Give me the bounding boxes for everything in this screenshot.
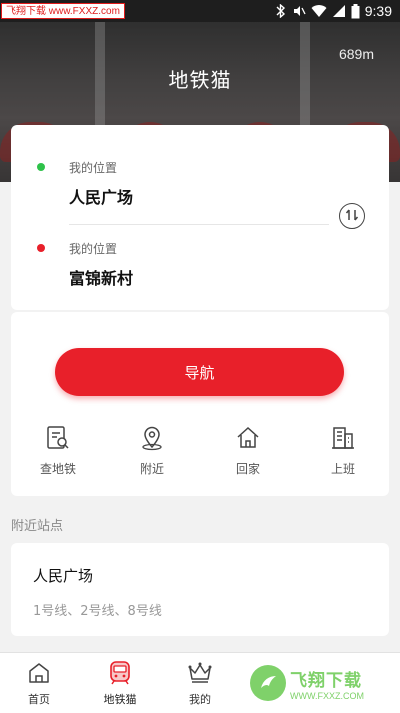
office-building-icon: [308, 424, 378, 452]
shortcut-work[interactable]: 上班: [308, 424, 378, 477]
wifi-icon: [311, 4, 327, 18]
mute-icon: [292, 4, 306, 18]
tab-label: 地铁猫: [103, 693, 137, 706]
navigation-card: 导航 查地铁 附近 回家 上班: [11, 312, 389, 496]
crown-icon: [170, 659, 230, 687]
end-location-name: 富锦新村: [69, 269, 134, 288]
shortcut-label: 查地铁: [39, 462, 76, 476]
search-subway-icon: [23, 424, 93, 452]
end-location-label: 我的位置: [69, 242, 118, 256]
watermark-badge-icon: [250, 665, 286, 701]
bottom-tab-bar: 首页 地铁猫 我的 飞翔下载 WWW.FXXZ.COM: [0, 652, 400, 713]
battery-icon: [351, 3, 360, 19]
watermark-logo-url: WWW.FXXZ.COM: [290, 690, 364, 701]
station-list-item[interactable]: 人民广场 1号线、2号线、8号线: [11, 543, 389, 636]
start-dot: [37, 163, 45, 171]
page-title: 地铁猫: [168, 68, 232, 92]
status-icons: 9:39: [275, 3, 392, 19]
station-lines: 1号线、2号线、8号线: [33, 604, 162, 619]
watermark-logo-text: 飞翔下载: [290, 670, 362, 691]
train-icon: [90, 659, 150, 687]
location-pin-icon: [117, 424, 187, 452]
shortcut-label: 附近: [139, 462, 164, 476]
shortcut-search-subway[interactable]: 查地铁: [23, 424, 93, 477]
end-dot: [37, 244, 45, 252]
tab-home[interactable]: 首页: [9, 659, 69, 707]
shortcut-label: 上班: [330, 462, 355, 476]
swap-button[interactable]: [339, 203, 365, 229]
tab-subway-cat[interactable]: 地铁猫: [90, 659, 150, 707]
station-name: 人民广场: [33, 567, 94, 585]
nearby-section-title: 附近站点: [11, 519, 64, 534]
swap-arrows-icon: [345, 207, 359, 226]
start-location-name: 人民广场: [69, 188, 134, 207]
watermark-label: 飞翔下载 www.FXXZ.com: [1, 3, 125, 19]
shortcut-home[interactable]: 回家: [213, 424, 283, 477]
watermark-logo: 飞翔下载 WWW.FXXZ.COM: [250, 659, 392, 707]
shortcut-nearby[interactable]: 附近: [117, 424, 187, 477]
shortcut-label: 回家: [235, 462, 260, 476]
bluetooth-icon: [275, 4, 287, 18]
start-location-label: 我的位置: [69, 161, 118, 175]
clock-time: 9:39: [364, 3, 392, 19]
status-bar: 飞翔下载 www.FXXZ.com 9:39: [0, 0, 400, 22]
tab-label: 首页: [28, 693, 50, 706]
route-card: 我的位置 人民广场 我的位置 富锦新村: [11, 125, 389, 310]
home-icon: [213, 424, 283, 452]
navigate-button[interactable]: 导航: [55, 348, 344, 396]
home-icon: [9, 659, 69, 687]
tab-label: 我的: [189, 693, 211, 706]
tab-mine[interactable]: 我的: [170, 659, 230, 707]
distance-readout: 689m: [338, 46, 374, 62]
divider: [69, 224, 329, 225]
signal-icon: [332, 4, 346, 18]
